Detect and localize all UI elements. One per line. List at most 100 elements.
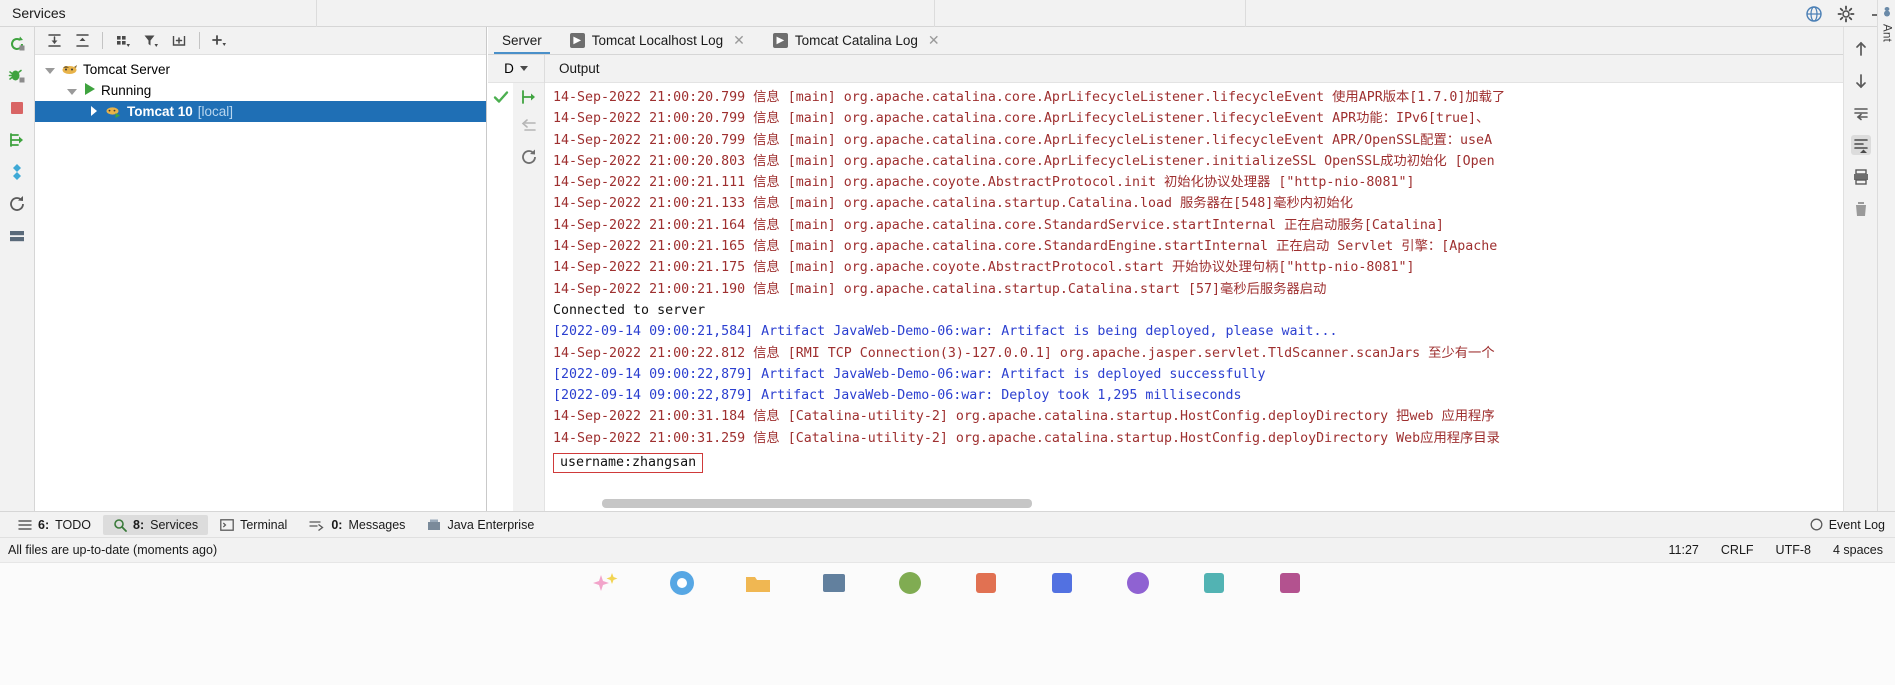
- scrollbar-thumb[interactable]: [602, 499, 1032, 508]
- add-icon[interactable]: [207, 29, 233, 53]
- app-icon-2[interactable]: [896, 569, 924, 597]
- bottom-item-messages[interactable]: 0: Messages: [299, 515, 415, 535]
- print-icon[interactable]: [1851, 167, 1871, 187]
- console-line: 14-Sep-2022 21:00:20.799 信息 [main] org.a…: [553, 132, 1493, 148]
- status-caret-time: 11:27: [1668, 543, 1699, 557]
- title-segment-3: [935, 0, 1246, 27]
- update-icon[interactable]: [7, 162, 27, 182]
- add-tab-icon[interactable]: [166, 29, 192, 53]
- bottom-item-label: TODO: [55, 517, 92, 532]
- chevron-down-icon[interactable]: [65, 83, 78, 98]
- app-icon-5[interactable]: [1124, 569, 1152, 597]
- status-bar-right: 11:27 CRLF UTF-8 4 spaces: [1669, 543, 1883, 557]
- soft-wrap-icon[interactable]: [519, 117, 539, 137]
- refresh-icon[interactable]: [7, 194, 27, 214]
- bottom-item-label: Java Enterprise: [447, 517, 535, 532]
- stop-icon[interactable]: [7, 98, 27, 118]
- status-encoding[interactable]: UTF-8: [1776, 543, 1811, 557]
- toolbar-separator-1: [102, 32, 103, 49]
- console-line: 14-Sep-2022 21:00:21.190 信息 [main] org.a…: [553, 281, 1327, 297]
- tab-tomcat-catalina-log[interactable]: ▶ Tomcat Catalina Log ✕: [759, 27, 954, 54]
- chrome-icon[interactable]: [668, 569, 696, 597]
- bottom-item-number: 6:: [38, 517, 50, 532]
- tool-window-bar: 6: TODO 8: Services Terminal 0: Messages…: [0, 511, 1895, 537]
- tab-tomcat-localhost-log[interactable]: ▶ Tomcat Localhost Log ✕: [556, 27, 759, 54]
- console-horizontal-scrollbar[interactable]: [602, 499, 1842, 508]
- deployment-dropdown-label: D: [504, 61, 514, 76]
- app-icon-3[interactable]: [972, 569, 1000, 597]
- tree-node-label: Tomcat 10: [127, 104, 193, 119]
- trash-icon[interactable]: [1851, 199, 1871, 219]
- console-line: [2022-09-14 09:00:22,879] Artifact JavaW…: [553, 366, 1266, 382]
- console-line: 14-Sep-2022 21:00:20.799 信息 [main] org.a…: [553, 111, 1490, 127]
- bottom-item-terminal[interactable]: Terminal: [210, 515, 297, 535]
- close-icon[interactable]: ✕: [733, 32, 745, 49]
- group-by-icon[interactable]: [110, 29, 136, 53]
- sparkle-icon[interactable]: [592, 569, 620, 597]
- filter-icon[interactable]: [138, 29, 164, 53]
- soft-wrap-icon[interactable]: [1851, 103, 1871, 123]
- tree-toolbar: [35, 27, 486, 55]
- chevron-down-icon[interactable]: [519, 66, 528, 71]
- folder-icon[interactable]: [744, 569, 772, 597]
- bottom-item-services[interactable]: 8: Services: [103, 514, 209, 535]
- rerun-icon[interactable]: [7, 34, 27, 54]
- collapse-all-icon[interactable]: [69, 29, 95, 53]
- event-log-label: Event Log: [1828, 517, 1885, 532]
- tree-node-label: Running: [101, 83, 152, 98]
- scroll-to-end-icon[interactable]: [1850, 135, 1871, 155]
- deployment-dropdown[interactable]: D: [488, 54, 545, 83]
- terminal-icon: [220, 518, 234, 531]
- tree-node-running[interactable]: Running: [35, 80, 486, 101]
- console-output[interactable]: 14-Sep-2022 21:00:20.799 信息 [main] org.a…: [545, 83, 1860, 511]
- title-segment-2: [317, 0, 935, 27]
- services-icon: [114, 518, 127, 532]
- status-line-separator[interactable]: CRLF: [1721, 543, 1754, 557]
- bottom-item-java-enterprise[interactable]: Java Enterprise: [417, 515, 544, 535]
- globe-icon[interactable]: [1805, 5, 1823, 23]
- app-icon-7[interactable]: [1276, 569, 1304, 597]
- expand-all-icon[interactable]: [41, 29, 67, 53]
- title-bar-actions: [1805, 0, 1887, 27]
- status-indent[interactable]: 4 spaces: [1833, 543, 1883, 557]
- console-tabs: Server ▶ Tomcat Localhost Log ✕ ▶ Tomcat…: [488, 27, 1860, 55]
- app-icon-1[interactable]: [820, 569, 848, 597]
- console-area: 14-Sep-2022 21:00:20.799 信息 [main] org.a…: [488, 83, 1860, 511]
- scroll-to-end-icon[interactable]: [519, 87, 539, 107]
- redeploy-icon[interactable]: [7, 130, 27, 150]
- gear-icon[interactable]: [1837, 5, 1855, 23]
- console-line: 14-Sep-2022 21:00:31.259 信息 [Catalina-ut…: [553, 430, 1500, 446]
- taskbar-icons: [592, 569, 1304, 597]
- bottom-item-label: Messages: [348, 517, 406, 532]
- console-status-gutter: [488, 83, 513, 511]
- chevron-right-icon[interactable]: [87, 104, 100, 119]
- todo-icon: [18, 519, 32, 530]
- tree-node-tomcat-server[interactable]: Tomcat Server: [35, 59, 486, 80]
- tab-label: Tomcat Localhost Log: [591, 33, 724, 48]
- os-taskbar: [0, 562, 1895, 685]
- log-icon: ▶: [569, 33, 585, 48]
- ant-icon[interactable]: [1880, 4, 1894, 18]
- tree-node-tomcat-10[interactable]: Tomcat 10 [local]: [35, 101, 486, 122]
- console-sub-header: D Output: [488, 54, 1860, 83]
- bottom-item-todo[interactable]: 6: TODO: [8, 515, 101, 535]
- up-arrow-icon[interactable]: [1851, 39, 1871, 59]
- bottom-item-number: 0:: [331, 517, 343, 532]
- event-log-button[interactable]: Event Log: [1810, 518, 1885, 532]
- tab-server[interactable]: Server: [488, 27, 556, 54]
- debug-icon[interactable]: [7, 66, 27, 86]
- rerun-icon[interactable]: [519, 147, 539, 167]
- ant-strip-label[interactable]: Ant: [1881, 24, 1893, 42]
- grid-icon[interactable]: [7, 226, 27, 246]
- down-arrow-icon[interactable]: [1851, 71, 1871, 91]
- output-label: Output: [559, 61, 600, 76]
- console-line: 14-Sep-2022 21:00:31.184 信息 [Catalina-ut…: [553, 409, 1495, 425]
- log-icon: ▶: [772, 33, 788, 48]
- title-bar: Services: [0, 0, 1895, 27]
- bottom-item-label: Services: [150, 517, 199, 532]
- app-icon-4[interactable]: [1048, 569, 1076, 597]
- close-icon[interactable]: ✕: [928, 32, 940, 49]
- chevron-down-icon[interactable]: [43, 62, 56, 77]
- app-icon-6[interactable]: [1200, 569, 1228, 597]
- console-gutter-buttons: [513, 83, 545, 511]
